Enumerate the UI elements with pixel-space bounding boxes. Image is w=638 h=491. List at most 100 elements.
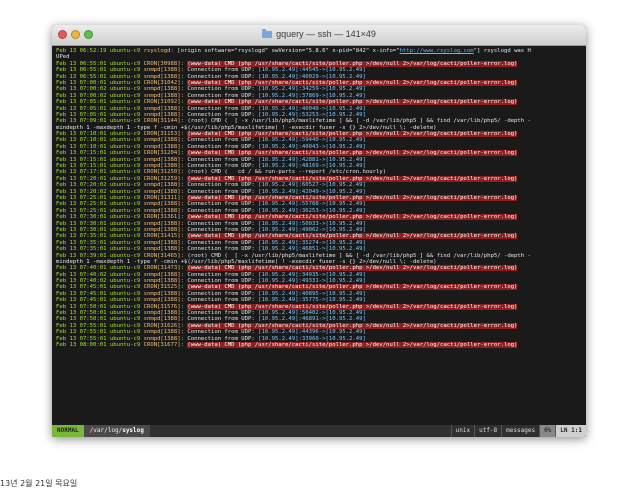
log-address: [10.95.2.49]:50033->[10.95.2.49] [258,220,366,227]
log-address: [10.95.2.49]:42049->[10.95.2.49] [258,188,366,195]
log-host: ubuntu-c9 [109,284,141,291]
log-timestamp: Feb 13 07:45:01 [56,290,107,297]
log-host: ubuntu-c9 [109,111,141,118]
log-host: ubuntu-c9 [109,67,141,74]
log-host: ubuntu-c9 [109,156,141,163]
log-host: ubuntu-c9 [109,271,141,278]
log-timestamp: Feb 13 07:10:01 [56,143,107,150]
log-error-message: (www-data) CMD (php /usr/share/cacti/sit… [187,341,518,348]
log-message: (root) CMD ( [ -x /usr/lib/php5/maxlifet… [187,118,531,125]
log-process: CRON[31259]: [143,175,185,182]
log-timestamp: Feb 13 07:20:02 [56,182,107,189]
log-timestamp: Feb 13 07:25:01 [56,201,107,208]
log-timestamp: Feb 13 07:25:01 [56,207,107,214]
log-timestamp: Feb 13 07:40:02 [56,271,107,278]
log-timestamp: Feb 13 07:35:01 [56,233,107,240]
log-link[interactable]: http://www.rsyslog.com [400,48,474,54]
log-error-message: (www-data) CMD (php /usr/share/cacti/sit… [187,233,518,240]
log-timestamp: Feb 13 07:15:01 [56,150,107,157]
log-timestamp: Feb 13 07:25:01 [56,194,107,201]
log-error-message: (www-data) CMD (php /usr/share/cacti/sit… [187,322,518,329]
log-timestamp: Feb 13 07:00:02 [56,92,107,99]
log-continuation: mindepth 1 -maxdepth 1 -type f -cmin +$(… [56,124,437,131]
log-line: Feb 13 06:52:19 ubuntu-c9 rsyslogd: [ori… [56,48,583,54]
log-message: Connection from UDP: [187,310,259,317]
title-bar[interactable]: gquery — ssh — 141×49 [52,25,586,46]
terminal-window: gquery — ssh — 141×49 Feb 13 06:52:19 ub… [52,25,586,437]
log-timestamp: Feb 13 07:55:01 [56,322,107,329]
log-host: ubuntu-c9 [109,239,141,246]
log-error-message: (www-data) CMD (php /usr/share/cacti/sit… [187,60,518,67]
log-host: ubuntu-c9 [109,48,141,54]
log-message: Connection from UDP: [187,316,259,323]
log-message: Connection from UDP: [187,201,259,208]
log-address: [10.95.2.49]:49331->[10.95.2.49] [258,278,366,285]
log-timestamp: Feb 13 07:20:02 [56,188,107,195]
log-address: [10.95.2.49]:44396->[10.95.2.49] [258,329,366,336]
file-path-dir: /var/log/ [89,427,123,434]
log-host: ubuntu-c9 [109,252,141,259]
log-continuation: UPed [56,54,70,61]
file-type: messages [501,425,539,437]
log-process: CRON[31092]: [143,99,185,106]
ln-label: LN [560,427,568,434]
log-address: [10.95.2.49]:55788->[10.95.2.49] [258,201,366,208]
terminal-output[interactable]: Feb 13 06:52:19 ubuntu-c9 rsyslogd: [ori… [52,46,586,425]
log-process: CRON[31311]: [143,194,185,201]
log-timestamp: Feb 13 07:05:01 [56,99,107,106]
log-process: snmpd[1388]: [143,67,185,74]
log-process: snmpd[1388]: [143,92,185,99]
log-timestamp: Feb 13 07:15:01 [56,156,107,163]
log-process: snmpd[1388]: [143,156,185,163]
log-error-message: (www-data) CMD (php /usr/share/cacti/sit… [187,284,518,291]
log-address: [10.95.2.49]:40043->[10.95.2.49] [258,143,366,150]
log-error-message: (www-data) CMD (php /usr/share/cacti/sit… [187,79,518,86]
log-message: Connection from UDP: [187,92,259,99]
log-process: snmpd[1388]: [143,316,185,323]
log-process: snmpd[1388]: [143,246,185,253]
log-timestamp: Feb 13 07:50:01 [56,310,107,317]
log-process: CRON[31525]: [143,284,185,291]
log-process: snmpd[1388]: [143,239,185,246]
log-message: Connection from UDP: [187,220,259,227]
log-timestamp: Feb 13 07:15:01 [56,163,107,170]
log-timestamp: Feb 13 07:10:01 [56,137,107,144]
log-host: ubuntu-c9 [109,105,141,112]
log-timestamp: Feb 13 06:52:19 [56,48,107,54]
log-timestamp: Feb 13 07:40:02 [56,278,107,285]
log-error-message: (www-data) CMD (php /usr/share/cacti/sit… [187,265,518,272]
log-process: CRON[31576]: [143,303,185,310]
vim-statusline: NORMAL /var/log/syslog unix utf-8 messag… [52,425,586,437]
log-timestamp: Feb 13 07:45:01 [56,284,107,291]
log-error-message: (www-data) CMD (php /usr/share/cacti/sit… [187,175,518,182]
log-address: [10.95.2.49]:40895->[10.95.2.49] [258,290,366,297]
log-timestamp: Feb 13 07:39:01 [56,252,107,259]
log-host: ubuntu-c9 [109,322,141,329]
log-timestamp: Feb 13 07:00:01 [56,79,107,86]
log-address: [10.95.2.49]:37869->[10.95.2.49] [258,92,366,99]
log-timestamp: Feb 13 06:55:01 [56,60,107,67]
log-host: ubuntu-c9 [109,194,141,201]
log-message: Connection from UDP: [187,86,259,93]
log-message: Connection from UDP: [187,297,259,304]
log-process: snmpd[1388]: [143,188,185,195]
log-process: CRON[31153]: [143,131,185,138]
log-address: [10.95.2.49]:34935->[10.95.2.49] [258,271,366,278]
log-process: rsyslogd: [143,48,174,54]
log-process: CRON[31465]: [143,252,185,259]
log-process: snmpd[1388]: [143,329,185,336]
log-message: Connection from UDP: [187,156,259,163]
log-timestamp: Feb 13 07:05:01 [56,105,107,112]
log-message: Connection from UDP: [187,246,259,253]
log-message: Connection from UDP: [187,105,259,112]
log-error-message: (www-data) CMD (php /usr/share/cacti/sit… [187,214,518,221]
log-address: [10.95.2.49]:34259->[10.95.2.49] [258,86,366,93]
line-col: 1:1 [571,427,582,434]
window-title-text: gquery — ssh — 141×49 [276,29,376,39]
log-host: ubuntu-c9 [109,290,141,297]
file-format: unix [450,425,474,437]
log-process: CRON[31204]: [143,150,185,157]
log-address: [10.95.2.49]:46851->[10.95.2.49] [258,246,366,253]
log-process: snmpd[1388]: [143,105,185,112]
log-host: ubuntu-c9 [109,60,141,67]
